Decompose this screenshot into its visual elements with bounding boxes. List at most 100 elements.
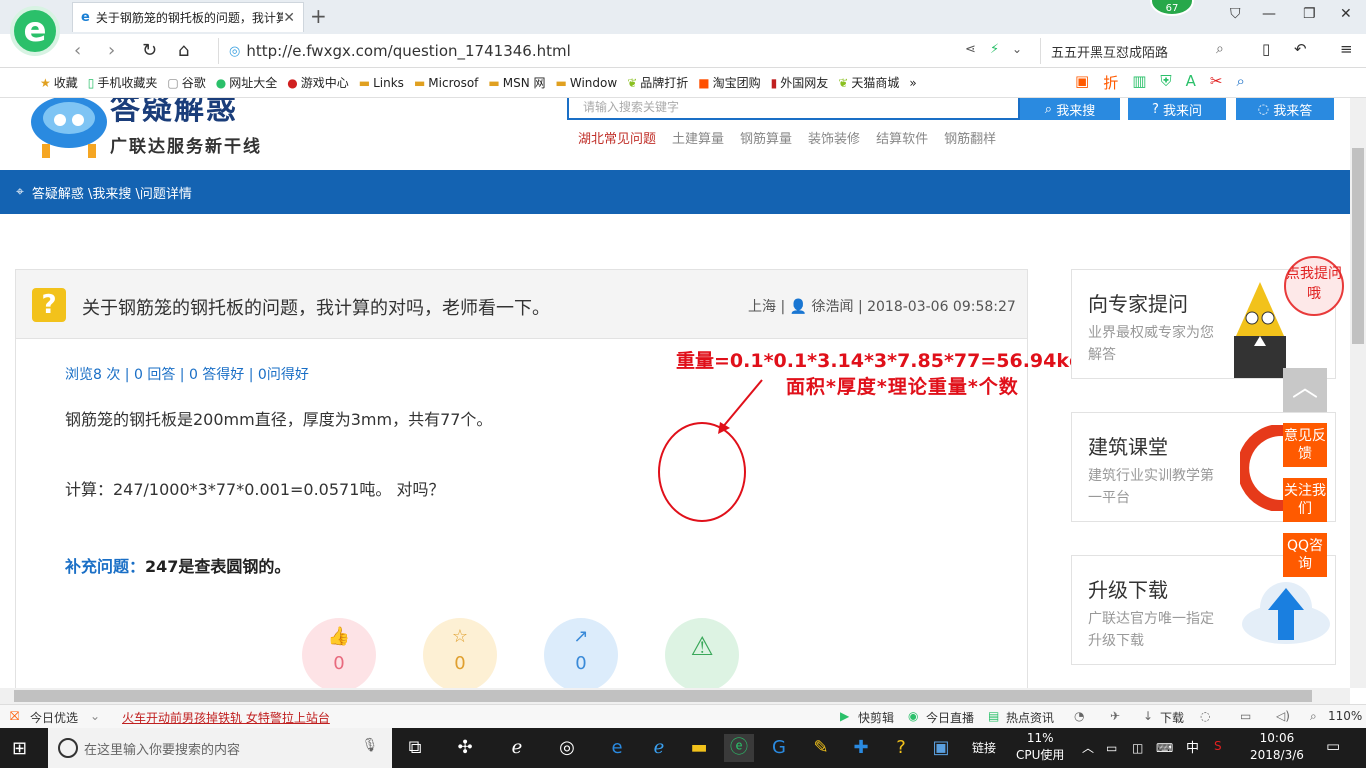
notepad-app-icon[interactable]: ✎ [806, 734, 836, 762]
like-button[interactable]: 👍 0 [302, 618, 376, 688]
ie-app-icon[interactable]: ℯ [502, 734, 532, 762]
hotlink-rebar[interactable]: 钢筋算量 [740, 128, 792, 147]
task-view-icon[interactable]: ⧉ [400, 734, 430, 762]
minimize-button[interactable]: — [1262, 6, 1276, 22]
notification-icon[interactable]: ▭ [1326, 738, 1340, 755]
refresh-icon[interactable]: ↻ [142, 40, 157, 61]
hotlink-civil[interactable]: 土建算量 [672, 128, 724, 147]
hotlink-hubei[interactable]: 湖北常见问题 [578, 128, 656, 147]
search-button[interactable]: ⌕ 我来搜 [1020, 98, 1120, 120]
close-window-button[interactable]: ✕ [1340, 6, 1352, 22]
bookmark-links[interactable]: ▬ Links [359, 76, 404, 90]
network-icon[interactable]: ◫ [1132, 740, 1143, 757]
download-button[interactable]: 下载 [1160, 709, 1184, 726]
tools-icon[interactable]: ✈ [1110, 709, 1120, 723]
qq-consult-button[interactable]: QQ咨询 [1283, 533, 1327, 577]
spiral-app-icon[interactable]: ◎ [552, 734, 582, 762]
keyboard-icon[interactable]: ⌨ [1156, 740, 1173, 757]
clock[interactable]: 10:06 2018/3/6 [1250, 730, 1304, 764]
bookmark-taobao[interactable]: ■ 淘宝团购 [698, 74, 760, 91]
glodon-app-icon[interactable]: G [764, 734, 794, 762]
undo-icon[interactable]: ↶ [1294, 40, 1307, 58]
taskbar-link[interactable]: 链接 [972, 740, 996, 757]
share-button[interactable]: ↗ 0 [544, 618, 618, 688]
bookmark-microsoft[interactable]: ▬ Microsof [414, 76, 478, 90]
translate-icon[interactable]: A [1186, 72, 1196, 93]
share-icon[interactable]: ⋖ [965, 42, 976, 57]
quick-clip[interactable]: 快剪辑 [858, 709, 894, 726]
lightning-icon[interactable]: ⚡ [990, 42, 999, 57]
feedback-button[interactable]: 意见反馈 [1283, 423, 1327, 467]
breadcrumb-text[interactable]: 答疑解惑 \我来搜 \问题详情 [32, 183, 192, 202]
back-to-top-button[interactable]: ︿ [1283, 368, 1327, 412]
shield-icon[interactable]: ⛨ [1160, 72, 1171, 93]
ask-bubble[interactable]: 点我提问哦 [1284, 256, 1344, 316]
volume-icon[interactable]: ◁) [1276, 709, 1290, 723]
fan-app-icon[interactable]: ✣ [450, 734, 480, 762]
bookmark-msn[interactable]: ▬ MSN 网 [488, 74, 545, 91]
today-picks[interactable]: 今日优选 [30, 709, 78, 726]
bookmark-mobile[interactable]: ▯ 手机收藏夹 [88, 74, 158, 91]
bookmark-tmall[interactable]: ❦ 天猫商城 [838, 74, 899, 91]
bookmark-games[interactable]: ● 游戏中心 [287, 74, 349, 91]
edge-icon[interactable]: e [602, 734, 632, 762]
hotlink-rebar-detailing[interactable]: 钢筋翻样 [944, 128, 996, 147]
today-live[interactable]: 今日直播 [926, 709, 974, 726]
vertical-scroll-thumb[interactable] [1352, 148, 1364, 344]
ime-indicator[interactable]: 中 [1186, 740, 1199, 757]
favorite-button[interactable]: ☆ 0 [423, 618, 497, 688]
menu-icon[interactable]: ≡ [1340, 40, 1353, 58]
chevron-down-icon[interactable]: ⌄ [1012, 42, 1022, 56]
book-icon[interactable]: ▥ [1132, 72, 1146, 93]
windows-start-icon[interactable]: ⊞ [12, 738, 27, 759]
horizontal-scroll-thumb[interactable] [14, 690, 1312, 702]
more-bookmarks-icon[interactable]: » [909, 76, 916, 90]
phone-icon[interactable]: ▯ [1262, 40, 1270, 58]
bookmark-google[interactable]: ▢ 谷歌 [167, 74, 205, 91]
browser-360-icon[interactable]: ⓔ [724, 734, 754, 762]
bookmark-windows[interactable]: ▬ Window [556, 76, 618, 90]
power-icon[interactable]: ▭ [1106, 740, 1117, 757]
chevron-down-icon[interactable]: ⌄ [90, 709, 100, 723]
new-tab-button[interactable]: + [310, 4, 327, 28]
internet-explorer-icon[interactable]: ℯ [644, 734, 674, 762]
screenshot-app-icon[interactable]: ▣ [926, 734, 956, 762]
chevron-up-icon[interactable]: ︿ [1082, 740, 1094, 757]
bookmark-brand-discount[interactable]: ❦ 品牌打折 [627, 74, 688, 91]
browser-tab[interactable]: e 关于钢筋笼的钢托板的问题，我计算的对吗，老师看一下。 ✕ [72, 2, 304, 32]
hot-news[interactable]: 热点资讯 [1006, 709, 1054, 726]
bookmark-favorites[interactable]: ★ 收藏 [40, 74, 78, 91]
url-input[interactable]: ◎ http://e.fwxgx.com/question_1741346.ht… [218, 38, 1033, 64]
zoom-level[interactable]: 110% [1328, 709, 1362, 723]
help-app-icon[interactable]: ? [886, 734, 916, 762]
home-icon[interactable]: ⌂ [178, 40, 189, 61]
tv-icon[interactable]: ▣ [1075, 72, 1089, 93]
plus-app-icon[interactable]: ✚ [846, 734, 876, 762]
follow-button[interactable]: 关注我们 [1283, 478, 1327, 522]
search-icon[interactable]: ⌕ [1216, 41, 1224, 57]
news-link[interactable]: 火车开动前男孩掉铁轨 女特警拉上站台 [122, 709, 330, 726]
report-button[interactable]: ⚠ [665, 618, 739, 688]
ask-button[interactable]: ? 我来问 [1128, 98, 1226, 120]
browser-logo-icon[interactable]: e [10, 6, 60, 56]
restore-button[interactable]: ❐ [1303, 6, 1316, 22]
window-icon[interactable]: ▭ [1240, 709, 1251, 723]
find-icon[interactable]: ⌕ [1237, 72, 1245, 93]
shirt-skin-icon[interactable]: ⛉ [1230, 6, 1241, 22]
speed-icon[interactable]: ◔ [1074, 709, 1084, 723]
cpu-usage[interactable]: 11% CPU使用 [1016, 730, 1064, 764]
discount-icon[interactable]: 折 [1103, 72, 1118, 93]
hotlink-settlement[interactable]: 结算软件 [876, 128, 928, 147]
ie-mode-icon[interactable]: ◌ [1200, 709, 1210, 723]
scissors-icon[interactable]: ✂ [1210, 72, 1223, 93]
site-search-input[interactable]: 请输入搜索关键字 [567, 98, 1020, 120]
microphone-icon[interactable]: 🎙 [361, 738, 378, 753]
bookmark-foreign[interactable]: ▮ 外国网友 [771, 74, 829, 91]
close-tab-icon[interactable]: ✕ [283, 10, 295, 26]
file-explorer-icon[interactable]: ▬ [684, 734, 714, 762]
search-input[interactable]: 五五开黑互怼成陌路 [1040, 38, 1240, 64]
question-stats[interactable]: 浏览8 次 | 0 回答 | 0 答得好 | 0问得好 [65, 364, 309, 384]
bookmark-sites[interactable]: ● 网址大全 [216, 74, 278, 91]
hotlink-decoration[interactable]: 装饰装修 [808, 128, 860, 147]
sogou-ime-icon[interactable]: S [1214, 738, 1222, 755]
